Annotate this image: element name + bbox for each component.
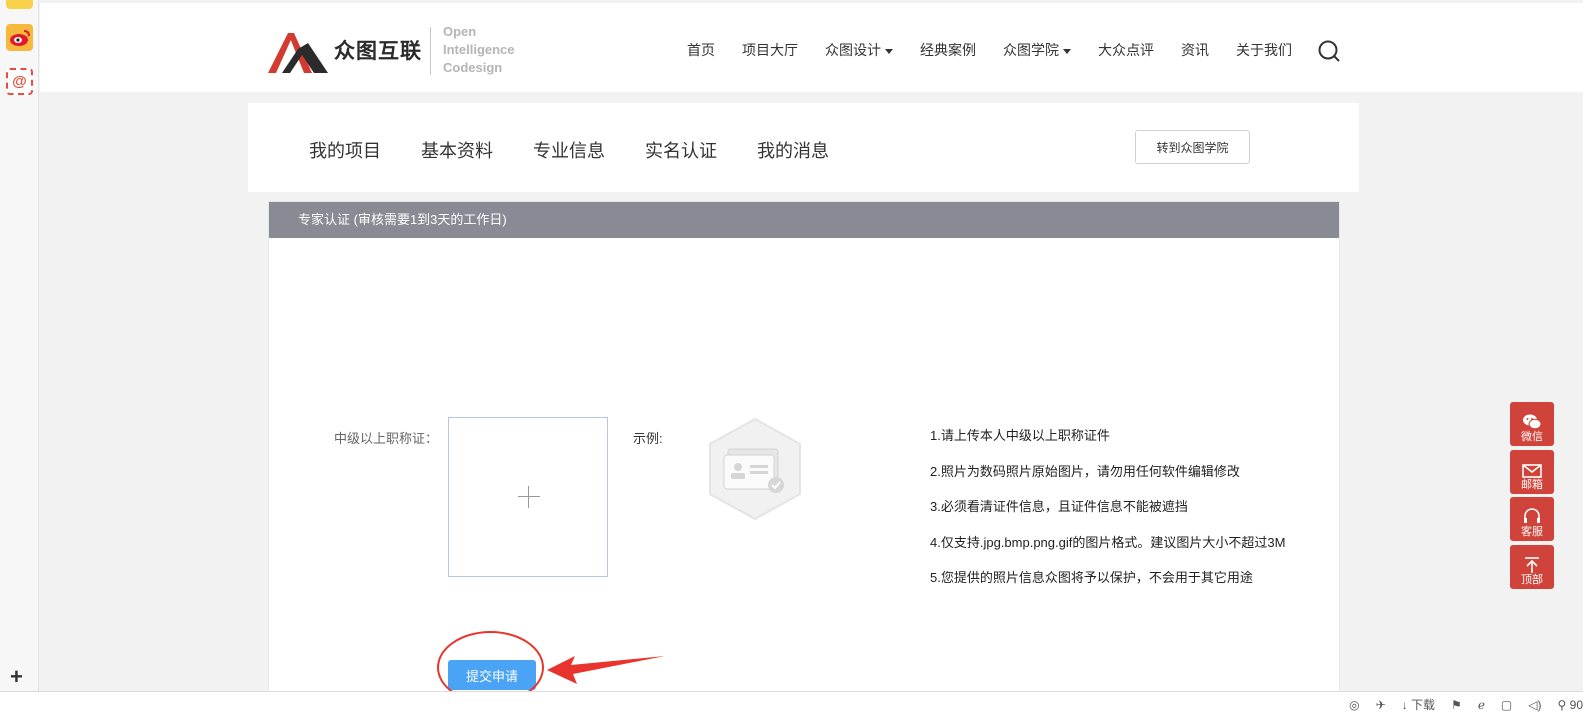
- volume-icon[interactable]: ◁): [1528, 698, 1541, 712]
- weibo-icon[interactable]: [6, 24, 33, 51]
- browser-sidebar: @ +: [0, 0, 39, 691]
- tip-item: 2.照片为数码照片原始图片，请勿用任何软件编辑修改: [930, 463, 1240, 479]
- float-service-button[interactable]: 客服: [1510, 497, 1554, 541]
- nav-item[interactable]: 项目大厅: [742, 40, 798, 60]
- tip-item: 5.您提供的照片信息众图将予以保护，不会用于其它用途: [930, 570, 1253, 585]
- tab-my-messages[interactable]: 我的消息: [757, 137, 829, 163]
- nav-item[interactable]: 资讯: [1181, 40, 1209, 60]
- download-button[interactable]: ↓ 下载: [1402, 696, 1435, 713]
- float-top-button[interactable]: 顶部: [1510, 545, 1554, 589]
- certificate-field-label: 中级以上职称证：: [334, 431, 439, 446]
- example-label: 示例:: [633, 431, 663, 446]
- nav-item[interactable]: 众图学院: [1003, 40, 1071, 60]
- float-wechat-button[interactable]: 微信: [1510, 402, 1554, 446]
- headset-icon: [1524, 508, 1540, 523]
- bookmark-icon[interactable]: [6, 0, 33, 9]
- ie-icon[interactable]: ℯ: [1478, 698, 1485, 712]
- tab-my-projects[interactable]: 我的项目: [309, 137, 381, 163]
- tip-item: 3.必须看清证件信息，且证件信息不能被遮挡: [930, 499, 1188, 514]
- mail-icon[interactable]: @: [6, 68, 33, 95]
- annotation-arrow-icon: [547, 656, 665, 684]
- site-header: 众图互联 Open Intelligence Codesign 首页 项目大厅 众图…: [40, 0, 1583, 92]
- window-icon[interactable]: ▢: [1501, 698, 1512, 712]
- site-logo[interactable]: 众图互联 Open Intelligence Codesign: [268, 23, 538, 79]
- float-label: 客服: [1521, 526, 1543, 538]
- tip-item: 4.仅支持.jpg.bmp.png.gif的图片格式。建议图片大小不超过3M: [930, 534, 1286, 550]
- example-id-card-icon: [709, 417, 801, 521]
- nav-item[interactable]: 首页: [687, 40, 715, 60]
- upload-tips: 1.请上传本人中级以上职称证件 2.照片为数码照片原始图片，请勿用任何软件编辑修…: [930, 428, 1285, 606]
- tip-item: 1.请上传本人中级以上职称证件: [930, 428, 1110, 443]
- goto-academy-button[interactable]: 转到众图学院: [1135, 130, 1250, 164]
- add-icon[interactable]: +: [10, 664, 23, 690]
- nav-item[interactable]: 关于我们: [1236, 40, 1292, 60]
- wechat-icon: [1523, 414, 1542, 430]
- account-tabs: 我的项目 基本资料 专业信息 实名认证 我的消息: [309, 137, 869, 163]
- logo-name: 众图互联: [334, 40, 422, 63]
- panel-title: 专家认证 (审核需要1到3天的工作日): [269, 202, 1339, 238]
- zoom-control[interactable]: ⚲ 90: [1558, 698, 1583, 712]
- nav-item[interactable]: 经典案例: [920, 40, 976, 60]
- tab-basic-info[interactable]: 基本资料: [421, 137, 493, 163]
- rocket-icon[interactable]: ✈: [1376, 698, 1386, 712]
- browser-statusbar: ◎ ✈ ↓ 下载 ⚑ ℯ ▢ ◁) ⚲ 90: [0, 691, 1583, 718]
- main-nav: 首页 项目大厅 众图设计 经典案例 众图学院 大众点评 资讯 关于我们: [687, 40, 1292, 60]
- nav-item[interactable]: 大众点评: [1098, 40, 1154, 60]
- upload-plus-icon: [528, 486, 529, 508]
- arrow-up-icon: [1525, 557, 1539, 573]
- download-icon: ↓: [1401, 698, 1408, 712]
- envelope-icon: [1522, 464, 1542, 478]
- account-subnav: 我的项目 基本资料 专业信息 实名认证 我的消息 转到众图学院: [248, 103, 1359, 192]
- tab-real-name-auth[interactable]: 实名认证: [645, 137, 717, 163]
- nav-item[interactable]: 众图设计: [825, 40, 893, 60]
- certificate-upload-box[interactable]: [448, 417, 608, 577]
- float-label: 微信: [1521, 431, 1543, 443]
- chevron-down-icon: [885, 48, 893, 54]
- logo-divider: [430, 27, 431, 75]
- logo-mark-icon: [268, 33, 328, 73]
- float-label: 邮箱: [1521, 479, 1543, 491]
- chevron-down-icon: [1063, 48, 1071, 54]
- tab-professional-info[interactable]: 专业信息: [533, 137, 605, 163]
- expert-cert-panel: 专家认证 (审核需要1到3天的工作日) 中级以上职称证： 示例: 1.请上传本人…: [268, 201, 1340, 696]
- logo-tagline: Open Intelligence Codesign: [443, 24, 515, 75]
- search-icon[interactable]: [1318, 40, 1340, 62]
- accelerate-icon[interactable]: ◎: [1349, 698, 1359, 712]
- float-email-button[interactable]: 邮箱: [1510, 450, 1554, 494]
- zoom-icon: ⚲: [1557, 697, 1567, 712]
- flag-icon[interactable]: ⚑: [1451, 698, 1462, 712]
- float-label: 顶部: [1521, 574, 1543, 586]
